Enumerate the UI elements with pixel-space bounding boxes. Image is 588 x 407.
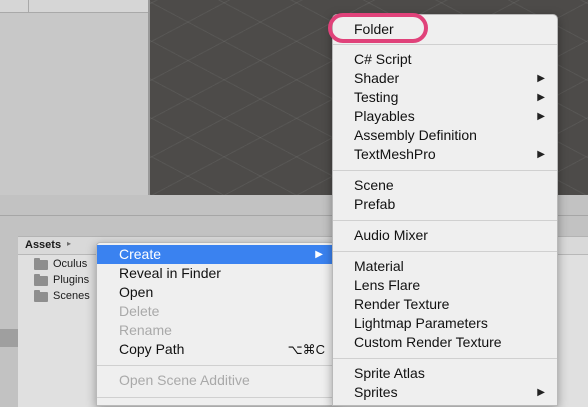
menu-separator (333, 358, 557, 359)
menu-item-reveal-in-finder[interactable]: Reveal in Finder (97, 264, 335, 283)
menu-item-open[interactable]: Open (97, 283, 335, 302)
menu-item-prefab[interactable]: Prefab (333, 195, 557, 214)
menu-item-label: Copy Path (119, 341, 185, 357)
menu-item-label: Delete (119, 303, 160, 319)
menu-item-lightmap-parameters[interactable]: Lightmap Parameters (333, 314, 557, 333)
menu-item-label: Testing (354, 89, 399, 105)
menu-item-label: Material (354, 258, 404, 274)
panel-tab-strip (0, 0, 148, 13)
create-submenu: Folder C# Script Shader ▶ Testing ▶ Play… (332, 14, 558, 406)
menu-item-label: Prefab (354, 196, 396, 212)
inspector-panel (0, 0, 148, 195)
menu-item-label: Lightmap Parameters (354, 315, 488, 331)
menu-item-create[interactable]: Create ▶ (97, 245, 335, 264)
menu-item-material[interactable]: Material (333, 257, 557, 276)
menu-item-label: C# Script (354, 51, 412, 67)
folder-icon (34, 258, 48, 270)
menu-separator (333, 170, 557, 171)
menu-item-sprites[interactable]: Sprites ▶ (333, 383, 557, 402)
menu-separator (333, 251, 557, 252)
breadcrumb-assets[interactable]: Assets (25, 239, 61, 251)
menu-item-textmeshpro[interactable]: TextMeshPro ▶ (333, 145, 557, 164)
folder-label: Plugins (53, 274, 90, 286)
folder-label: Oculus (53, 258, 88, 270)
menu-item-label: Open Scene Additive (119, 372, 250, 388)
menu-item-open-scene-additive[interactable]: Open Scene Additive (97, 371, 335, 390)
menu-item-sprite-atlas[interactable]: Sprite Atlas (333, 364, 557, 383)
chevron-right-icon: ▸ (67, 239, 72, 248)
menu-item-label: Scene (354, 177, 394, 193)
submenu-arrow-icon: ▶ (537, 387, 545, 398)
menu-item-delete[interactable]: Delete (97, 302, 335, 321)
menu-item-label: Shader (354, 70, 400, 86)
context-menu: Create ▶ Reveal in Finder Open Delete Re… (96, 242, 336, 406)
menu-separator (97, 365, 335, 366)
menu-item-render-texture[interactable]: Render Texture (333, 295, 557, 314)
menu-item-assembly-definition[interactable]: Assembly Definition (333, 126, 557, 145)
menu-item-rename[interactable]: Rename (97, 321, 335, 340)
menu-item-label: Rename (119, 322, 172, 338)
menu-item-playables[interactable]: Playables ▶ (333, 107, 557, 126)
submenu-arrow-icon: ▶ (537, 92, 545, 103)
folder-icon (34, 290, 48, 302)
submenu-arrow-icon: ▶ (537, 111, 545, 122)
menu-separator (97, 397, 335, 398)
panel-resize-strip[interactable] (0, 329, 18, 347)
menu-item-testing[interactable]: Testing ▶ (333, 88, 557, 107)
menu-item-label: Folder (354, 21, 394, 37)
folder-icon (34, 274, 48, 286)
menu-item-shader[interactable]: Shader ▶ (333, 69, 557, 88)
menu-separator (333, 44, 557, 45)
folder-label: Scenes (53, 290, 90, 302)
menu-item-label: Open (119, 284, 154, 300)
menu-item-label: TextMeshPro (354, 146, 436, 162)
menu-item-folder[interactable]: Folder (333, 20, 557, 39)
menu-item-audio-mixer[interactable]: Audio Mixer (333, 226, 557, 245)
keyboard-shortcut: ⌥⌘C (287, 342, 325, 357)
menu-item-label: Create (119, 246, 162, 262)
menu-item-label: Lens Flare (354, 277, 421, 293)
submenu-arrow-icon: ▶ (537, 149, 545, 160)
menu-item-lens-flare[interactable]: Lens Flare (333, 276, 557, 295)
menu-separator (333, 220, 557, 221)
menu-item-label: Audio Mixer (354, 227, 428, 243)
submenu-arrow-icon: ▶ (537, 73, 545, 84)
menu-item-copy-path[interactable]: Copy Path ⌥⌘C (97, 340, 335, 359)
menu-item-label: Reveal in Finder (119, 265, 221, 281)
menu-item-label: Assembly Definition (354, 127, 477, 143)
menu-item-custom-render-texture[interactable]: Custom Render Texture (333, 333, 557, 352)
tab-divider (28, 0, 29, 12)
menu-item-label: Sprites (354, 384, 398, 400)
submenu-arrow-icon: ▶ (315, 249, 323, 260)
menu-item-label: Sprite Atlas (354, 365, 425, 381)
menu-item-csharp-script[interactable]: C# Script (333, 50, 557, 69)
menu-item-label: Playables (354, 108, 415, 124)
menu-item-scene[interactable]: Scene (333, 176, 557, 195)
menu-item-label: Render Texture (354, 296, 450, 312)
menu-item-label: Custom Render Texture (354, 334, 502, 350)
